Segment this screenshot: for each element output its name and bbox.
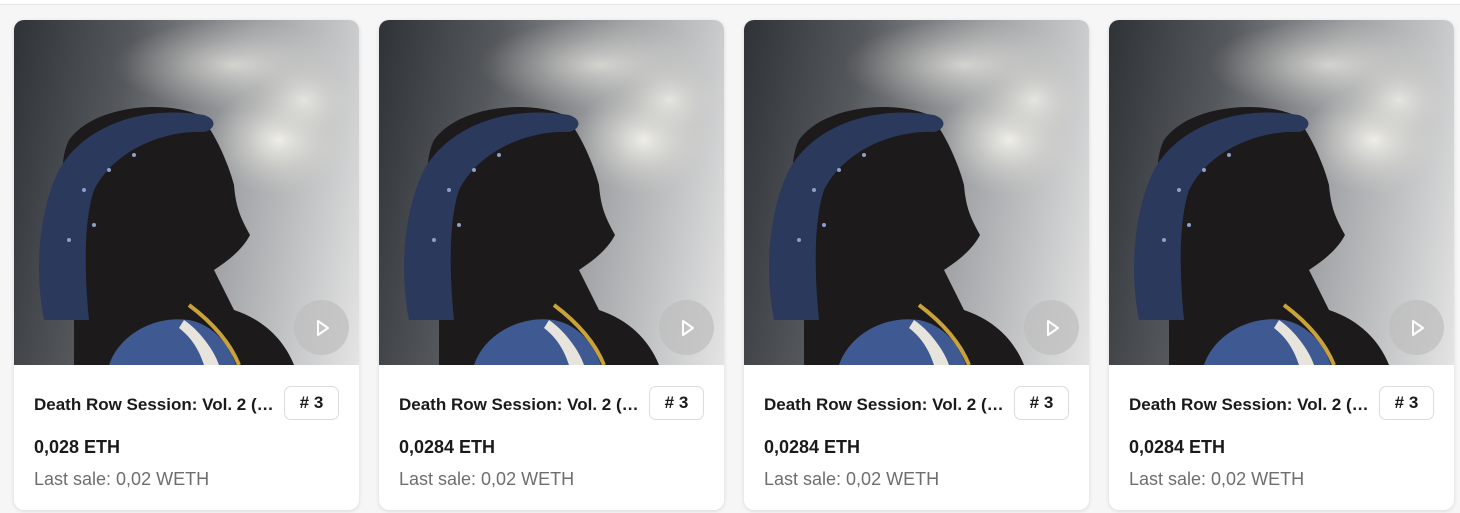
nft-price: 0,0284 ETH (1129, 437, 1226, 457)
play-icon (681, 319, 694, 336)
play-button[interactable] (294, 300, 349, 355)
card-info: Death Row Session: Vol. 2 (420 Edition) … (744, 365, 1089, 510)
nft-price: 0,0284 ETH (399, 437, 496, 457)
nft-title: Death Row Session: Vol. 2 (420 Edition) (399, 395, 639, 414)
nft-card[interactable]: Death Row Session: Vol. 2 (420 Edition) … (379, 20, 724, 510)
nft-card[interactable]: Death Row Session: Vol. 2 (420 Edition) … (14, 20, 359, 510)
nft-artwork (14, 20, 359, 365)
nft-title: Death Row Session: Vol. 2 (420 Edition) (34, 395, 274, 414)
edition-badge: # 3 (649, 386, 704, 420)
nft-card[interactable]: Death Row Session: Vol. 2 (420 Edition) … (1109, 20, 1454, 510)
last-sale: Last sale: 0,02 WETH (399, 469, 575, 489)
play-icon (1411, 319, 1424, 336)
nft-artwork (1109, 20, 1454, 365)
play-button[interactable] (1024, 300, 1079, 355)
nft-title: Death Row Session: Vol. 2 (420 Edition) (1129, 395, 1369, 414)
nft-price: 0,028 ETH (34, 437, 121, 457)
last-sale: Last sale: 0,02 WETH (764, 469, 940, 489)
edition-badge: # 3 (284, 386, 339, 420)
nft-card-grid: Death Row Session: Vol. 2 (420 Edition) … (14, 20, 1454, 510)
card-info: Death Row Session: Vol. 2 (420 Edition) … (1109, 365, 1454, 510)
play-button[interactable] (1389, 300, 1444, 355)
nft-artwork (379, 20, 724, 365)
last-sale: Last sale: 0,02 WETH (1129, 469, 1305, 489)
card-info: Death Row Session: Vol. 2 (420 Edition) … (14, 365, 359, 510)
edition-badge: # 3 (1014, 386, 1069, 420)
nft-price: 0,0284 ETH (764, 437, 861, 457)
card-info: Death Row Session: Vol. 2 (420 Edition) … (379, 365, 724, 510)
play-icon (1046, 319, 1059, 336)
nft-title: Death Row Session: Vol. 2 (420 Edition) (764, 395, 1004, 414)
play-icon (316, 319, 329, 336)
play-button[interactable] (659, 300, 714, 355)
top-divider (0, 0, 1460, 5)
last-sale: Last sale: 0,02 WETH (34, 469, 210, 489)
nft-artwork (744, 20, 1089, 365)
nft-card[interactable]: Death Row Session: Vol. 2 (420 Edition) … (744, 20, 1089, 510)
edition-badge: # 3 (1379, 386, 1434, 420)
